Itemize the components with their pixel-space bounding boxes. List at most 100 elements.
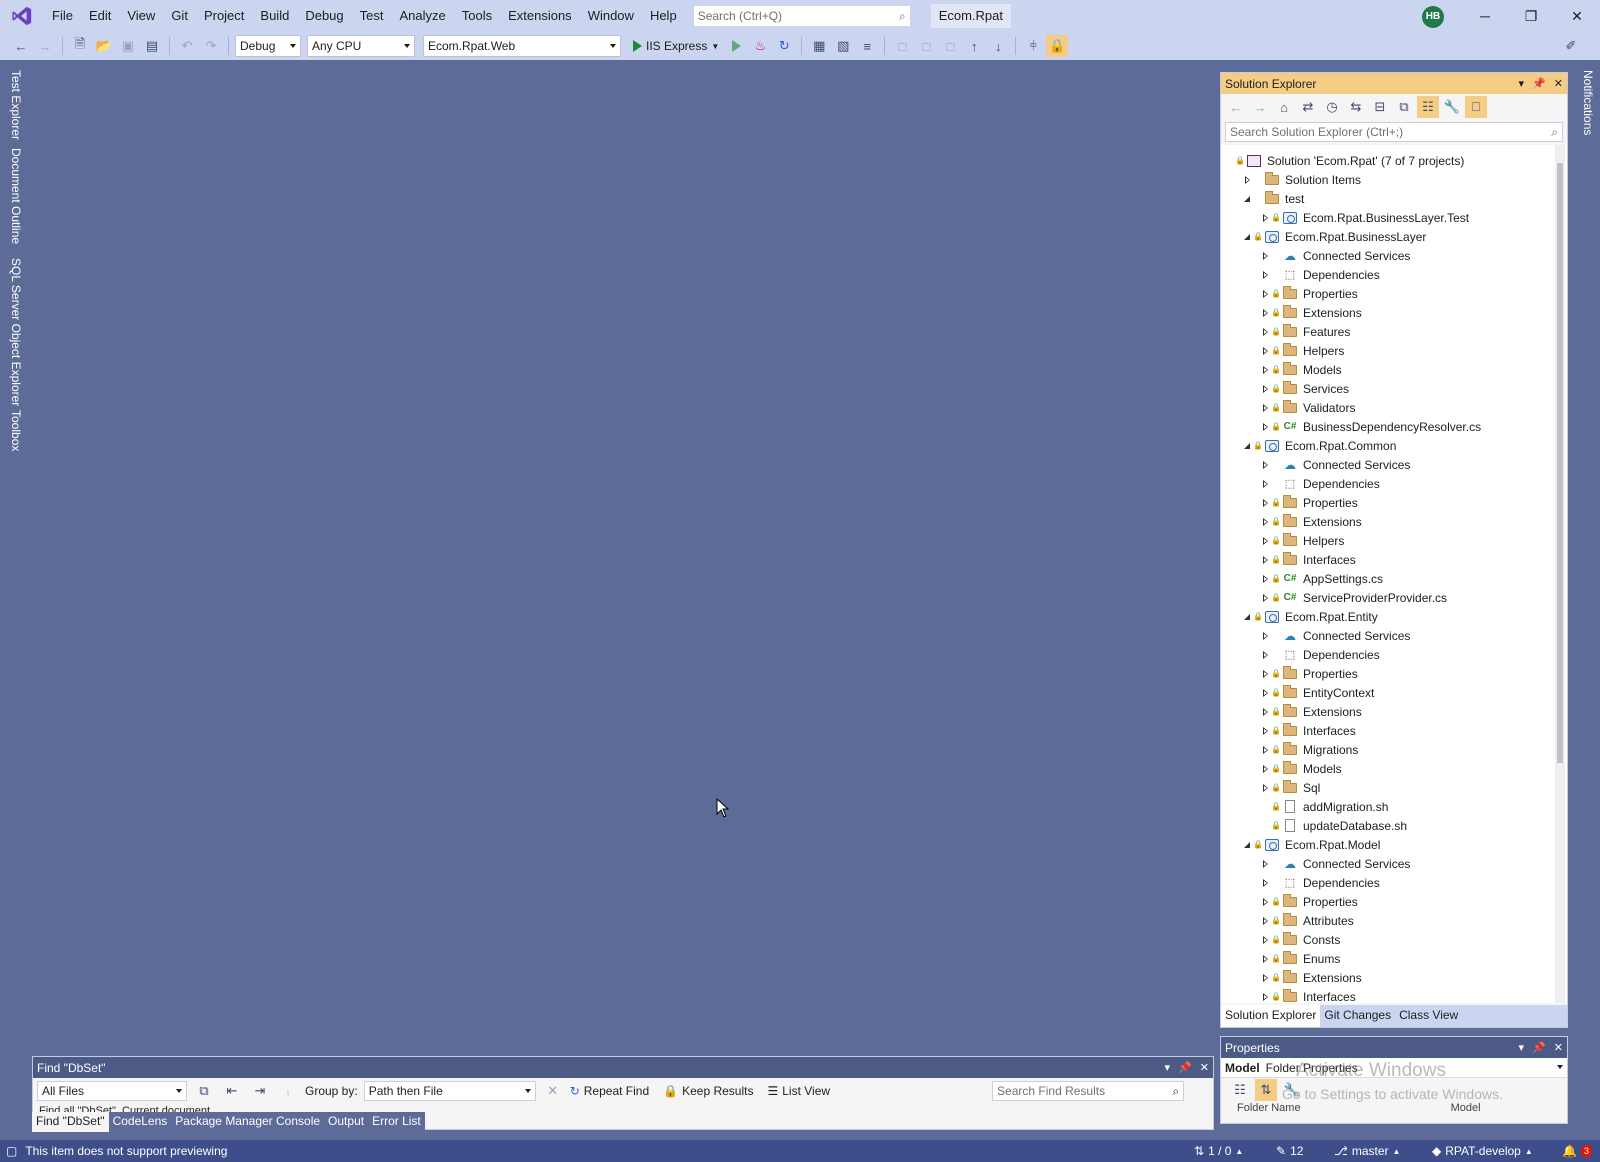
collapsed-arrow-icon[interactable] bbox=[1261, 878, 1271, 888]
collapsed-arrow-icon[interactable] bbox=[1261, 669, 1271, 679]
tab-class-view[interactable]: Class View bbox=[1395, 1005, 1462, 1027]
tree-item[interactable]: 🔒 Helpers bbox=[1221, 341, 1551, 360]
notifications-bell-button[interactable]: 🔔 3 bbox=[1562, 1140, 1592, 1162]
collapsed-arrow-icon[interactable] bbox=[1261, 555, 1271, 565]
open-file-icon[interactable]: 📂 bbox=[93, 35, 115, 57]
solution-explorer-scrollbar[interactable] bbox=[1555, 145, 1565, 1003]
preview-selected-items-icon[interactable]: ☷ bbox=[1417, 96, 1439, 118]
tree-item[interactable]: 🔒 Properties bbox=[1221, 493, 1551, 512]
window-position-icon[interactable]: ▾ bbox=[1519, 1041, 1525, 1054]
expanded-arrow-icon[interactable] bbox=[1243, 612, 1253, 622]
left-tab-document-outline[interactable]: Document Outline bbox=[9, 148, 23, 244]
bottom-tab-find-dbset[interactable]: Find "DbSet" bbox=[32, 1112, 109, 1132]
tree-item[interactable]: ☁ Connected Services bbox=[1221, 854, 1551, 873]
collapsed-arrow-icon[interactable] bbox=[1261, 897, 1271, 907]
lock-icon[interactable]: 🔒 bbox=[1046, 35, 1069, 57]
tree-item[interactable]: 🔒 Interfaces bbox=[1221, 550, 1551, 569]
tree-item[interactable]: 🔒 Enums bbox=[1221, 949, 1551, 968]
expanded-arrow-icon[interactable] bbox=[1243, 194, 1253, 204]
collapsed-arrow-icon[interactable] bbox=[1261, 346, 1271, 356]
copy-icon[interactable]: ⧉ bbox=[193, 1080, 215, 1102]
startup-project-dropdown[interactable]: Ecom.Rpat.Web bbox=[423, 35, 621, 57]
close-icon[interactable]: ✕ bbox=[1554, 77, 1563, 90]
menu-item-window[interactable]: Window bbox=[580, 0, 642, 32]
scrollbar-thumb[interactable] bbox=[1557, 163, 1563, 763]
visual-studio-logo-icon[interactable] bbox=[0, 0, 44, 32]
tree-item[interactable]: 🔒 Extensions bbox=[1221, 303, 1551, 322]
menu-item-analyze[interactable]: Analyze bbox=[391, 0, 453, 32]
tab-git-changes[interactable]: Git Changes bbox=[1320, 1005, 1395, 1027]
menu-item-build[interactable]: Build bbox=[252, 0, 297, 32]
tree-item[interactable]: 🔒 Ecom.Rpat.Model bbox=[1221, 835, 1551, 854]
back-icon[interactable]: ← bbox=[1225, 96, 1247, 118]
collapsed-arrow-icon[interactable] bbox=[1261, 460, 1271, 470]
collapsed-arrow-icon[interactable] bbox=[1261, 384, 1271, 394]
collapsed-arrow-icon[interactable] bbox=[1261, 403, 1271, 413]
properties-wrench-icon[interactable]: 🔧 bbox=[1441, 96, 1463, 118]
refresh-icon[interactable]: ↻ bbox=[773, 35, 795, 57]
collapsed-arrow-icon[interactable] bbox=[1261, 213, 1271, 223]
menu-item-test[interactable]: Test bbox=[352, 0, 392, 32]
collapsed-arrow-icon[interactable] bbox=[1261, 536, 1271, 546]
arrow-down-icon[interactable]: ↓ bbox=[987, 35, 1009, 57]
collapsed-arrow-icon[interactable] bbox=[1261, 270, 1271, 280]
collapsed-arrow-icon[interactable] bbox=[1261, 251, 1271, 261]
run-debug-button[interactable]: IIS Express ▼ bbox=[629, 35, 723, 57]
tree-item[interactable]: 🔒 C# ServiceProviderProvider.cs bbox=[1221, 588, 1551, 607]
tree-item[interactable]: 🔒 Properties bbox=[1221, 284, 1551, 303]
collapsed-arrow-icon[interactable] bbox=[1261, 289, 1271, 299]
collapsed-arrow-icon[interactable] bbox=[1261, 593, 1271, 603]
forward-icon[interactable]: → bbox=[1249, 96, 1271, 118]
pin-icon[interactable]: 📌 bbox=[1532, 77, 1546, 90]
tree-item[interactable]: 🔒 Solution 'Ecom.Rpat' (7 of 7 projects) bbox=[1221, 151, 1551, 170]
collapsed-arrow-icon[interactable] bbox=[1261, 935, 1271, 945]
right-tab-notifications[interactable]: Notifications bbox=[1581, 70, 1595, 135]
collapsed-arrow-icon[interactable] bbox=[1261, 327, 1271, 337]
collapsed-arrow-icon[interactable] bbox=[1261, 726, 1271, 736]
solution-explorer-search-input[interactable]: Search Solution Explorer (Ctrl+;) ⌕ bbox=[1225, 122, 1563, 142]
new-project-icon[interactable]: 🗎 bbox=[69, 35, 91, 57]
prev-bookmark-icon[interactable]: □ bbox=[915, 35, 937, 57]
bookmark-icon[interactable]: □ bbox=[891, 35, 913, 57]
tree-item[interactable]: 🔒 Ecom.Rpat.Entity bbox=[1221, 607, 1551, 626]
tree-item[interactable]: 🔒 Models bbox=[1221, 759, 1551, 778]
tree-item[interactable]: ☁ Connected Services bbox=[1221, 455, 1551, 474]
home-icon[interactable]: ⌂ bbox=[1273, 96, 1295, 118]
collapsed-arrow-icon[interactable] bbox=[1261, 574, 1271, 584]
menu-item-extensions[interactable]: Extensions bbox=[500, 0, 580, 32]
expanded-arrow-icon[interactable] bbox=[1243, 840, 1253, 850]
tree-item[interactable]: 🔒 C# AppSettings.cs bbox=[1221, 569, 1551, 588]
start-without-debugging-icon[interactable] bbox=[725, 35, 747, 57]
menu-item-git[interactable]: Git bbox=[163, 0, 196, 32]
bottom-tab-output[interactable]: Output bbox=[324, 1112, 368, 1132]
alphabetical-icon[interactable]: ⇅ bbox=[1255, 1079, 1277, 1101]
menu-item-project[interactable]: Project bbox=[196, 0, 252, 32]
keep-results-button[interactable]: 🔒 Keep Results bbox=[663, 1084, 753, 1098]
switch-views-icon[interactable]: ⇄ bbox=[1297, 96, 1319, 118]
collapsed-arrow-icon[interactable] bbox=[1261, 992, 1271, 1002]
redo-icon[interactable]: ↷ bbox=[200, 35, 222, 57]
menu-item-file[interactable]: File bbox=[44, 0, 81, 32]
save-all-icon[interactable]: ▤ bbox=[141, 35, 163, 57]
global-search-box[interactable]: Search (Ctrl+Q) ⌕ bbox=[692, 5, 911, 27]
editor-area[interactable] bbox=[28, 60, 1218, 1058]
solution-name-badge[interactable]: Ecom.Rpat bbox=[930, 4, 1011, 28]
collapsed-arrow-icon[interactable] bbox=[1261, 916, 1271, 926]
left-tab-sql-server-object-explorer[interactable]: SQL Server Object Explorer bbox=[9, 258, 23, 406]
next-result-icon[interactable]: ⇥ bbox=[249, 1080, 271, 1102]
pending-edits-indicator[interactable]: ✎ 12 bbox=[1276, 1140, 1303, 1162]
collapsed-arrow-icon[interactable] bbox=[1261, 422, 1271, 432]
tree-item[interactable]: 🔒 Validators bbox=[1221, 398, 1551, 417]
menu-item-edit[interactable]: Edit bbox=[81, 0, 119, 32]
tree-item[interactable]: Solution Items bbox=[1221, 170, 1551, 189]
prev-result-icon[interactable]: ⇤ bbox=[221, 1080, 243, 1102]
close-icon[interactable]: ✕ bbox=[1200, 1061, 1209, 1074]
configuration-dropdown[interactable]: Debug bbox=[235, 35, 301, 57]
undo-icon[interactable]: ↶ bbox=[176, 35, 198, 57]
tree-item[interactable]: 🔒 Ecom.Rpat.BusinessLayer.Test bbox=[1221, 208, 1551, 227]
tree-item[interactable]: 🔒 Features bbox=[1221, 322, 1551, 341]
tree-item[interactable]: ⬚ Dependencies bbox=[1221, 474, 1551, 493]
align-icon[interactable]: ⫩ bbox=[1022, 35, 1044, 57]
group-by-dropdown[interactable]: Path then File bbox=[363, 1081, 536, 1101]
save-icon[interactable]: ▣ bbox=[117, 35, 139, 57]
